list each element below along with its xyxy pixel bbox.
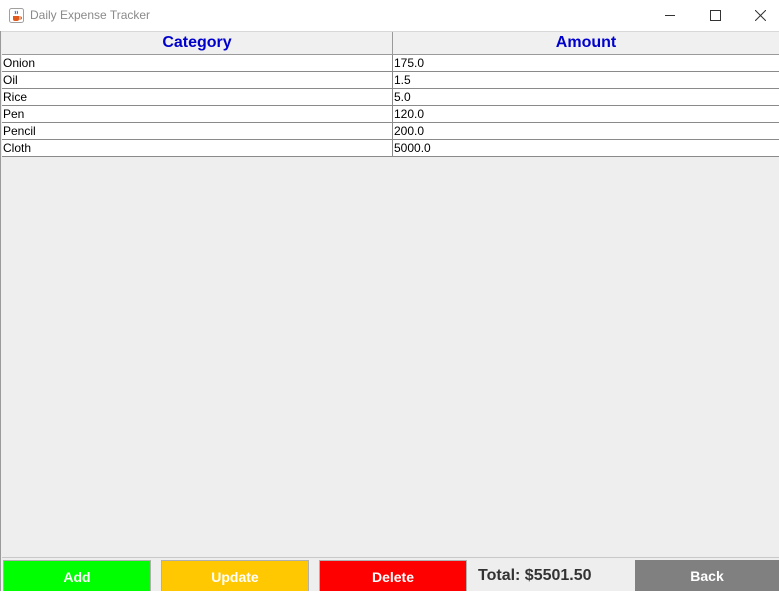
minimize-icon <box>665 15 675 16</box>
maximize-button[interactable] <box>693 0 738 31</box>
frame-border <box>0 31 1 598</box>
column-header-category[interactable]: Category <box>2 32 393 54</box>
resize-grip-icon <box>4 591 20 598</box>
close-button[interactable] <box>738 0 779 31</box>
category-cell[interactable]: Pencil <box>2 123 393 139</box>
delete-button[interactable]: Delete <box>319 560 467 592</box>
category-cell[interactable]: Oil <box>2 72 393 88</box>
add-button[interactable]: Add <box>3 560 151 592</box>
window-bottom-edge <box>0 591 779 598</box>
amount-cell[interactable]: 5000.0 <box>393 140 779 156</box>
table-row[interactable]: Cloth 5000.0 <box>2 140 779 157</box>
table-row[interactable]: Onion 175.0 <box>2 55 779 72</box>
java-cup-icon <box>9 8 24 23</box>
update-button[interactable]: Update <box>161 560 309 592</box>
back-button[interactable]: Back <box>635 560 779 592</box>
close-icon <box>755 10 766 21</box>
table-row[interactable]: Oil 1.5 <box>2 72 779 89</box>
amount-cell[interactable]: 1.5 <box>393 72 779 88</box>
amount-cell[interactable]: 200.0 <box>393 123 779 139</box>
expense-table: Onion 175.0 Oil 1.5 Rice 5.0 Pen 120.0 P… <box>2 55 779 157</box>
category-cell[interactable]: Rice <box>2 89 393 105</box>
category-cell[interactable]: Pen <box>2 106 393 122</box>
category-cell[interactable]: Onion <box>2 55 393 71</box>
table-row[interactable]: Rice 5.0 <box>2 89 779 106</box>
minimize-button[interactable] <box>648 0 693 31</box>
amount-cell[interactable]: 5.0 <box>393 89 779 105</box>
app-window: Daily Expense Tracker Category Amount On… <box>0 0 779 598</box>
table-row[interactable]: Pencil 200.0 <box>2 123 779 140</box>
total-label: Total: $5501.50 <box>478 567 592 584</box>
amount-cell[interactable]: 120.0 <box>393 106 779 122</box>
title-bar[interactable]: Daily Expense Tracker <box>0 0 779 31</box>
category-cell[interactable]: Cloth <box>2 140 393 156</box>
table-row[interactable]: Pen 120.0 <box>2 106 779 123</box>
window-title: Daily Expense Tracker <box>30 8 151 22</box>
amount-cell[interactable]: 175.0 <box>393 55 779 71</box>
table-header: Category Amount <box>2 32 779 55</box>
column-header-amount[interactable]: Amount <box>393 32 779 54</box>
maximize-icon <box>710 10 721 21</box>
